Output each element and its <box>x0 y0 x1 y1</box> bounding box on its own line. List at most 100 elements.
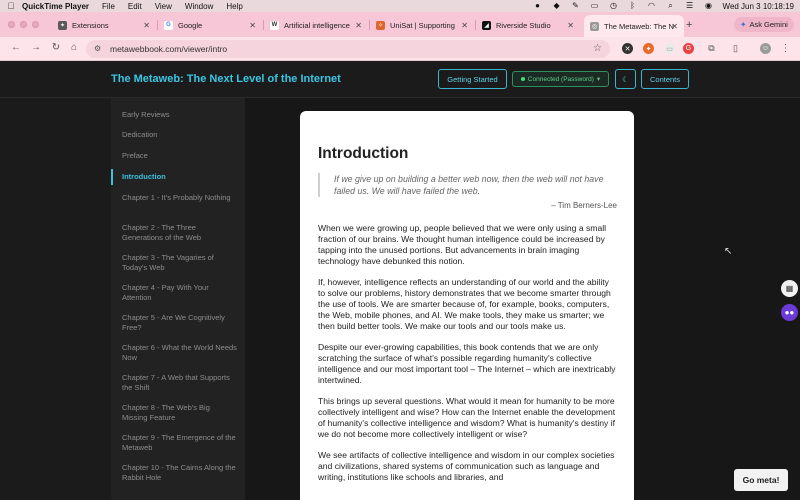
minimize-window-button[interactable] <box>20 21 27 28</box>
close-window-button[interactable] <box>8 21 15 28</box>
extension-fox-icon[interactable]: ✦ <box>643 43 654 54</box>
google-icon: G <box>164 20 173 30</box>
table-of-contents-sidebar: Early Reviews Dedication Preface Introdu… <box>111 98 245 500</box>
site-settings-icon[interactable]: ⚙ <box>94 44 101 53</box>
site-header: The Metaweb: The Next Level of the Inter… <box>0 61 800 98</box>
tab-extensions[interactable]: ✦ Extensions ✕ <box>52 15 156 35</box>
address-bar[interactable]: ⚙ metawebbook.com/viewer/intro ☆ <box>86 40 610 58</box>
menu-app-name[interactable]: QuickTime Player <box>22 2 89 11</box>
mouse-cursor-icon: ↖ <box>724 246 733 257</box>
toc-item-introduction[interactable]: Introduction <box>111 169 174 185</box>
chapter-heading: Introduction <box>318 145 409 162</box>
chapter-page: Introduction If we give up on building a… <box>300 111 634 500</box>
riverside-icon: ◢ <box>482 20 491 30</box>
toc-item-chapter-1[interactable]: Chapter 1 - It's Probably Nothing <box>111 193 239 203</box>
toc-item-chapter-5[interactable]: Chapter 5 - Are We Cognitively Free? <box>111 313 245 333</box>
profile-avatar[interactable]: ☺ <box>760 43 771 54</box>
close-tab-icon[interactable]: ✕ <box>143 21 150 30</box>
vpn-icon[interactable]: ◆ <box>552 2 562 10</box>
menu-edit[interactable]: Edit <box>128 2 142 11</box>
close-tab-icon[interactable]: ✕ <box>567 21 574 30</box>
contents-button[interactable]: Contents <box>641 69 689 89</box>
epigraph-quote: If we give up on building a better web n… <box>318 173 617 197</box>
reload-icon[interactable]: ↻ <box>50 42 62 54</box>
floating-grid-widget[interactable]: ▦ <box>781 280 798 297</box>
tab-riverside-studio[interactable]: ◢ Riverside Studio ✕ <box>476 15 580 35</box>
status-dot-icon <box>520 77 525 81</box>
toc-item-chapter-6[interactable]: Chapter 6 - What the World Needs Now <box>111 343 245 363</box>
wifi-icon[interactable]: ◠ <box>647 2 657 10</box>
menu-view[interactable]: View <box>155 2 172 11</box>
toc-item-chapter-9[interactable]: Chapter 9 - The Emergence of the Metaweb <box>111 433 245 453</box>
body-paragraph: Despite our ever-growing capabilities, t… <box>318 342 616 385</box>
extension-x-icon[interactable]: ✕ <box>622 43 633 54</box>
getting-started-button[interactable]: Getting Started <box>438 69 507 89</box>
search-icon[interactable]: ⌕ <box>666 2 676 10</box>
body-paragraph: This brings up several questions. What w… <box>318 396 616 439</box>
unisat-icon: ✧ <box>376 20 385 30</box>
menu-window[interactable]: Window <box>185 2 213 11</box>
apple-menu-icon[interactable]:  <box>0 1 22 11</box>
theme-toggle-button[interactable]: ☾ <box>615 69 636 89</box>
floating-chat-widget[interactable]: ●● <box>781 304 798 321</box>
browser-menu-icon[interactable]: ⋮ <box>780 43 791 54</box>
connection-status-label: Connected (Password) <box>527 75 594 83</box>
record-status-icon[interactable]: ● <box>533 2 543 10</box>
body-paragraph: If, however, intelligence reflects an un… <box>318 277 611 331</box>
toc-item-dedication[interactable]: Dedication <box>111 130 165 140</box>
new-tab-button[interactable]: + <box>686 19 692 31</box>
close-tab-icon[interactable]: ✕ <box>461 21 468 30</box>
window-controls <box>8 21 39 28</box>
toc-item-chapter-4[interactable]: Chapter 4 - Pay With Your Attention <box>111 283 245 303</box>
connection-status-dropdown[interactable]: Connected (Password) ▾ <box>512 71 609 87</box>
site-title[interactable]: The Metaweb: The Next Level of the Inter… <box>111 73 341 85</box>
zoom-window-button[interactable] <box>32 21 39 28</box>
home-icon[interactable]: ⌂ <box>68 42 80 54</box>
close-tab-icon[interactable]: ✕ <box>671 22 678 31</box>
tab-google[interactable]: G Google ✕ <box>158 15 262 35</box>
extension-blank-icon[interactable]: ▭ <box>664 43 675 54</box>
toc-item-chapter-3[interactable]: Chapter 3 - The Vagaries of Today's Web <box>111 253 245 273</box>
close-tab-icon[interactable]: ✕ <box>249 21 256 30</box>
time-machine-icon[interactable]: ◷ <box>609 2 619 10</box>
close-tab-icon[interactable]: ✕ <box>355 21 362 30</box>
toc-item-chapter-2[interactable]: Chapter 2 - The Three Generations of the… <box>111 223 245 243</box>
extension-g-icon[interactable]: G <box>683 43 694 54</box>
browser-toolbar: ← → ↻ ⌂ ⚙ metawebbook.com/viewer/intro ☆… <box>0 37 800 61</box>
toc-item-early-reviews[interactable]: Early Reviews <box>111 110 178 120</box>
bluetooth-icon[interactable]: ᛒ <box>628 2 638 10</box>
go-meta-button[interactable]: Go meta! <box>734 469 788 491</box>
tab-artificial-intelligence[interactable]: W Artificial intelligence ✕ <box>264 15 368 35</box>
back-arrow-icon[interactable]: ← <box>10 42 22 54</box>
forward-arrow-icon[interactable]: → <box>30 42 42 54</box>
body-paragraph: When we were growing up, people believed… <box>318 223 607 266</box>
extensions-icon: ✦ <box>58 20 67 30</box>
chevron-down-icon: ▾ <box>596 76 601 83</box>
toc-item-chapter-7[interactable]: Chapter 7 - A Web that Supports the Shif… <box>111 373 245 393</box>
grid-icon: ▦ <box>785 284 794 293</box>
siri-icon[interactable]: ◉ <box>704 2 714 10</box>
gemini-sparkle-icon: ✦ <box>740 20 747 29</box>
browser-tab-bar: ✦ Extensions ✕ G Google ✕ W Artificial i… <box>0 12 800 37</box>
tools-icon[interactable]: ✎ <box>571 2 581 10</box>
toc-item-chapter-10[interactable]: Chapter 10 - The Cairns Along the Rabbit… <box>111 463 245 483</box>
toc-item-chapter-8[interactable]: Chapter 8 - The Web's Big Missing Featur… <box>111 403 245 423</box>
globe-icon: ◎ <box>590 21 599 31</box>
url-text[interactable]: metawebbook.com/viewer/intro <box>110 44 227 54</box>
sidebar-toggle-icon[interactable]: ▯ <box>730 43 741 54</box>
macos-menu-bar:  QuickTime Player File Edit View Window… <box>0 0 800 12</box>
control-center-icon[interactable]: ☰ <box>685 2 695 10</box>
menu-file[interactable]: File <box>102 2 115 11</box>
menu-help[interactable]: Help <box>226 2 242 11</box>
toc-item-preface[interactable]: Preface <box>111 151 156 161</box>
tab-unisat[interactable]: ✧ UniSat | Supporting ✕ <box>370 15 474 35</box>
extensions-puzzle-icon[interactable]: ⧉ <box>706 43 717 54</box>
tab-metaweb-active[interactable]: ◎ The Metaweb: The N ✕ <box>584 15 684 37</box>
ask-gemini-button[interactable]: ✦ Ask Gemini <box>734 17 794 32</box>
wikipedia-icon: W <box>270 20 279 30</box>
menu-bar-clock[interactable]: Wed Jun 3 10:18:19 <box>723 2 794 11</box>
bookmark-star-icon[interactable]: ☆ <box>593 43 602 54</box>
battery-icon[interactable]: ▭ <box>590 2 600 10</box>
body-paragraph: We see artifacts of collective intellige… <box>318 450 615 482</box>
chat-bot-icon: ●● <box>784 308 795 317</box>
